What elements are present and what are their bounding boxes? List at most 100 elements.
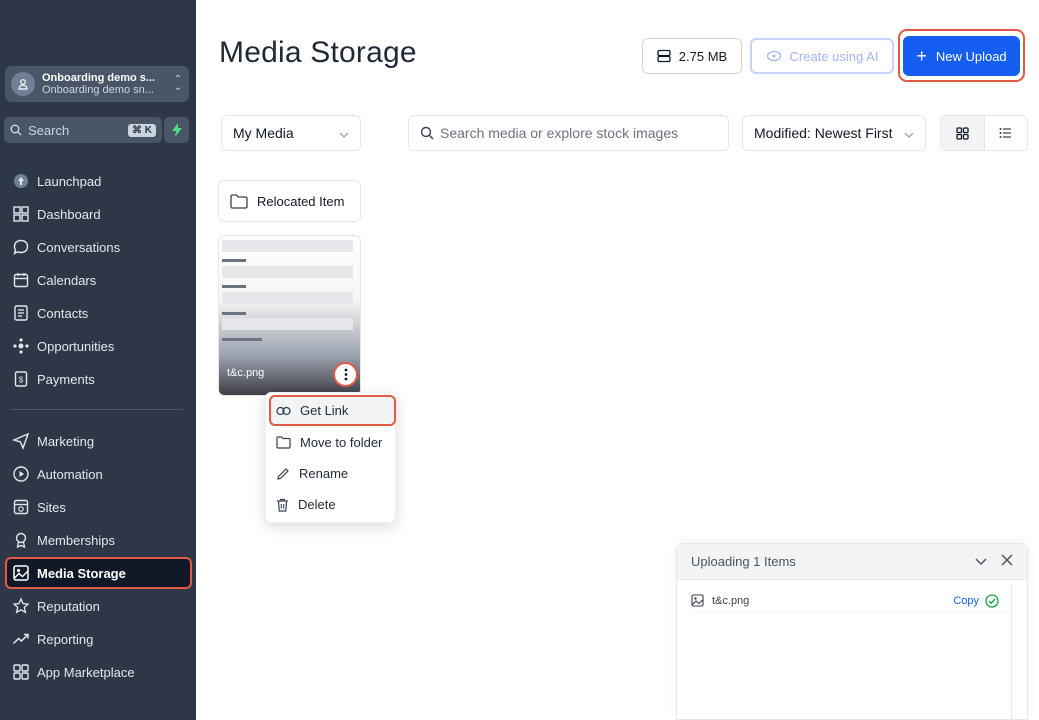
trend-icon [12, 633, 29, 645]
lightning-icon [171, 123, 182, 137]
sidebar-item-label: Memberships [37, 532, 116, 548]
pencil-icon [277, 467, 289, 480]
grid-view-button[interactable] [941, 116, 985, 150]
sidebar-item-media-storage[interactable]: Media Storage [5, 557, 192, 589]
sidebar-item-label: Launchpad [37, 173, 102, 189]
sidebar-item-label: Contacts [37, 305, 89, 321]
contacts-icon [14, 305, 28, 321]
create-using-ai-button[interactable]: Create using AI [750, 38, 894, 74]
chevron-down-icon [975, 557, 987, 565]
sidebar-item-label: Marketing [37, 433, 95, 449]
account-switcher[interactable]: Onboarding demo s... Onboarding demo sn.… [5, 66, 189, 102]
sidebar-item-marketing[interactable]: Marketing [5, 425, 192, 457]
collapse-button[interactable] [975, 553, 987, 571]
close-button[interactable] [1001, 553, 1013, 571]
sidebar-item-sites[interactable]: Sites [5, 491, 192, 523]
image-icon [13, 565, 29, 581]
sidebar-item-label: Reporting [37, 631, 94, 647]
file-context-menu: Get Link Move to folder Rename Delete [265, 392, 396, 523]
upload-progress-panel: Uploading 1 Items t&c.png Copy [676, 543, 1028, 720]
menu-item-label: Get Link [300, 403, 349, 418]
menu-item-get-link[interactable]: Get Link [269, 395, 396, 426]
sidebar-item-label: Media Storage [37, 565, 126, 581]
sidebar-item-label: Sites [37, 499, 66, 515]
trash-icon [277, 498, 288, 512]
menu-item-rename[interactable]: Rename [266, 458, 397, 489]
sidebar-item-automation[interactable]: Automation [5, 458, 192, 490]
star-icon [12, 597, 30, 614]
sort-dropdown[interactable]: Modified: Newest First [742, 115, 926, 151]
dashboard-icon [13, 206, 29, 222]
more-options-button[interactable] [333, 362, 358, 387]
upload-panel-scrollbar[interactable] [1011, 584, 1012, 720]
sidebar-item-contacts[interactable]: Contacts [5, 297, 192, 329]
chevron-down-icon [904, 125, 914, 141]
media-search-input[interactable]: Search media or explore stock images [408, 115, 729, 151]
sidebar-search[interactable]: Search ⌘ K [4, 117, 162, 143]
new-upload-label: New Upload [935, 48, 1007, 64]
sidebar-item-reputation[interactable]: Reputation [5, 590, 192, 622]
shortcut-badge: ⌘ K [128, 123, 156, 137]
media-scope-dropdown[interactable]: My Media [221, 115, 361, 151]
plus-icon: + [916, 46, 927, 66]
sidebar-item-app-marketplace[interactable]: App Marketplace [5, 656, 192, 688]
launchpad-icon [14, 174, 28, 188]
sidebar-item-label: Conversations [37, 239, 121, 255]
create-using-ai-label: Create using AI [789, 48, 879, 64]
search-icon [420, 126, 434, 140]
upload-panel-header: Uploading 1 Items [677, 544, 1027, 580]
opportunities-icon [13, 338, 29, 354]
svg-text:$: $ [19, 376, 24, 385]
link-icon [276, 406, 291, 415]
sidebar-item-label: Calendars [37, 272, 97, 288]
menu-item-move-to-folder[interactable]: Move to folder [266, 427, 397, 458]
menu-item-label: Move to folder [300, 435, 383, 450]
upload-file-name: t&c.png [712, 594, 750, 607]
ai-icon [766, 50, 781, 62]
apps-icon [13, 664, 29, 680]
calendar-icon [13, 273, 29, 288]
media-scope-value: My Media [233, 125, 294, 141]
send-icon [12, 432, 30, 450]
sidebar-item-launchpad[interactable]: Launchpad [5, 165, 192, 197]
sidebar-item-memberships[interactable]: Memberships [5, 524, 192, 556]
sidebar-item-reporting[interactable]: Reporting [5, 623, 192, 655]
image-icon [691, 594, 704, 607]
view-toggle [940, 115, 1028, 151]
new-upload-button[interactable]: + New Upload [903, 36, 1020, 76]
sort-value: Modified: Newest First [754, 125, 893, 141]
grid-icon [956, 126, 969, 140]
sidebar-item-label: Opportunities [37, 338, 115, 354]
storage-usage-button[interactable]: 2.75 MB [642, 38, 742, 74]
list-view-button[interactable] [985, 116, 1028, 150]
upload-panel-title: Uploading 1 Items [691, 554, 796, 569]
sidebar-item-label: App Marketplace [37, 664, 135, 680]
search-icon [10, 124, 22, 136]
file-name: t&c.png [227, 367, 265, 379]
sidebar-item-label: Payments [37, 371, 95, 387]
sidebar-search-label: Search [28, 122, 70, 138]
sidebar-item-payments[interactable]: $ Payments [5, 363, 192, 395]
sidebar-item-opportunities[interactable]: Opportunities [5, 330, 192, 362]
folder-card[interactable]: Relocated Item [218, 180, 361, 222]
play-icon [13, 466, 29, 482]
database-icon [657, 49, 671, 63]
user-icon [11, 72, 35, 96]
sidebar-item-label: Dashboard [37, 206, 101, 222]
close-icon [1001, 553, 1013, 566]
payments-icon: $ [14, 371, 28, 387]
kebab-icon [344, 368, 347, 381]
sidebar-item-dashboard[interactable]: Dashboard [5, 198, 192, 230]
account-subtitle: Onboarding demo sn... [42, 84, 154, 96]
menu-item-delete[interactable]: Delete [266, 489, 397, 520]
account-name: Onboarding demo s... [42, 72, 156, 84]
sidebar-item-calendars[interactable]: Calendars [5, 264, 192, 296]
sidebar-item-label: Automation [37, 466, 103, 482]
sidebar-item-conversations[interactable]: Conversations [5, 231, 192, 263]
copy-link-button[interactable]: Copy [953, 595, 979, 607]
check-circle-icon [985, 593, 999, 608]
chat-icon [13, 239, 29, 255]
folder-icon [230, 193, 248, 209]
award-icon [15, 532, 27, 549]
quick-action-button[interactable] [164, 117, 189, 143]
